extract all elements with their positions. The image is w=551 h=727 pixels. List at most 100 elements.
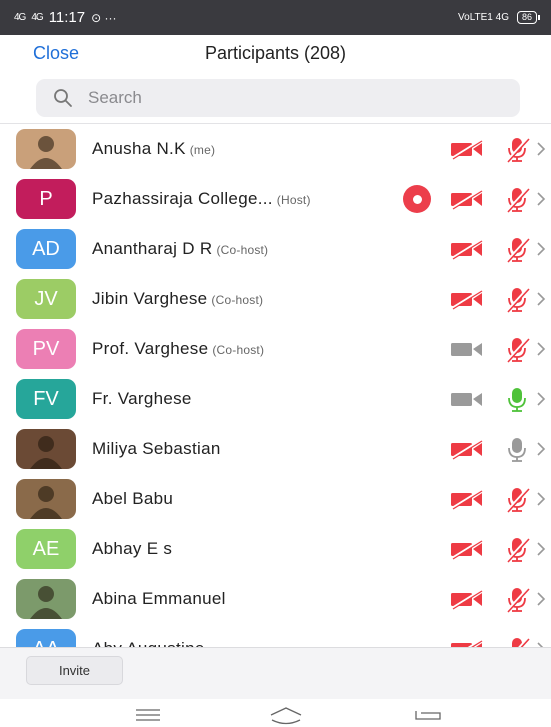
status-extra: ⊙ ··· xyxy=(91,10,117,25)
avatar: AA xyxy=(16,629,76,647)
participant-row[interactable]: JV Jibin Varghese (Co-host) xyxy=(0,274,551,324)
video-off-icon xyxy=(449,188,485,210)
battery-icon: 86 xyxy=(516,11,541,24)
mic-muted-icon xyxy=(503,185,531,213)
status-right: VoLTE1 4G 86 xyxy=(458,11,541,24)
avatar: JV xyxy=(16,279,76,319)
video-off-icon xyxy=(449,588,485,610)
home-icon[interactable] xyxy=(268,705,304,725)
participant-name: Miliya Sebastian xyxy=(92,439,221,459)
chevron-right-icon[interactable] xyxy=(536,491,546,507)
video-off-icon xyxy=(449,138,485,160)
chevron-right-icon[interactable] xyxy=(536,441,546,457)
page-title: Participants (208) xyxy=(204,43,347,63)
participant-name-text: Abhay E s xyxy=(92,539,173,558)
bottom-bar: Invite xyxy=(0,647,551,699)
mic-icon xyxy=(503,435,531,463)
mic-muted-icon xyxy=(503,235,531,263)
participant-row[interactable]: Miliya Sebastian xyxy=(0,424,551,474)
video-off-icon xyxy=(449,488,485,510)
participant-row[interactable]: Abina Emmanuel xyxy=(0,574,551,624)
network-indicator: VoLTE1 4G xyxy=(458,12,509,23)
mic-muted-icon xyxy=(503,535,531,563)
participant-name-text: Abel Babu xyxy=(92,489,174,508)
video-off-icon xyxy=(449,288,485,310)
video-off-icon xyxy=(449,638,485,647)
participant-name: Anusha N.K (me) xyxy=(92,139,215,159)
chevron-right-icon[interactable] xyxy=(536,341,546,357)
avatar xyxy=(16,579,76,619)
participant-name-text: Prof. Varghese xyxy=(92,339,209,358)
close-button[interactable]: Close xyxy=(33,43,79,64)
mic-muted-icon xyxy=(503,335,531,363)
status-left: 4G 4G 11:17 ⊙ ··· xyxy=(14,9,117,26)
chevron-right-icon[interactable] xyxy=(536,291,546,307)
search-input[interactable] xyxy=(88,88,468,108)
invite-button[interactable]: Invite xyxy=(26,656,123,685)
signal-icon: 4G xyxy=(14,11,26,23)
participant-name: Anantharaj D R (Co-host) xyxy=(92,239,268,259)
participant-name-text: Jibin Varghese xyxy=(92,289,208,308)
participant-name: Jibin Varghese (Co-host) xyxy=(92,289,263,309)
participant-role: (Co-host) xyxy=(216,243,269,257)
participant-row[interactable]: PV Prof. Varghese (Co-host) xyxy=(0,324,551,374)
avatar: AD xyxy=(16,229,76,269)
video-off-icon xyxy=(449,238,485,260)
mic-muted-icon xyxy=(503,585,531,613)
avatar xyxy=(16,129,76,169)
participant-name-text: Aby Augustine xyxy=(92,639,205,647)
chevron-right-icon[interactable] xyxy=(536,141,546,157)
mic-muted-icon xyxy=(503,135,531,163)
chevron-right-icon[interactable] xyxy=(536,541,546,557)
participant-row[interactable]: AE Abhay E s xyxy=(0,524,551,574)
participant-row[interactable]: P Pazhassiraja College... (Host) xyxy=(0,174,551,224)
video-off-icon xyxy=(449,538,485,560)
avatar: AE xyxy=(16,529,76,569)
header: Participants (208) Close xyxy=(0,35,551,73)
participant-role: (Co-host) xyxy=(212,343,265,357)
chevron-right-icon[interactable] xyxy=(536,191,546,207)
mic-muted-icon xyxy=(503,485,531,513)
avatar xyxy=(16,429,76,469)
participant-name: Aby Augustine xyxy=(92,639,205,647)
chevron-right-icon[interactable] xyxy=(536,391,546,407)
menu-icon[interactable] xyxy=(133,705,163,725)
participant-role: (Host) xyxy=(276,193,311,207)
participant-row[interactable]: Abel Babu xyxy=(0,474,551,524)
mic-muted-icon xyxy=(503,285,531,313)
participant-role: (Co-host) xyxy=(211,293,264,307)
signal-icon-2: 4G xyxy=(31,11,43,23)
video-off-icon xyxy=(449,438,485,460)
participant-name-text: Anantharaj D R xyxy=(92,239,213,258)
participant-row[interactable]: Anusha N.K (me) xyxy=(0,124,551,174)
participant-name-text: Abina Emmanuel xyxy=(92,589,226,608)
back-icon[interactable] xyxy=(413,705,443,725)
participant-name: Abhay E s xyxy=(92,539,172,559)
participant-row[interactable]: FV Fr. Varghese xyxy=(0,374,551,424)
participant-name: Fr. Varghese xyxy=(92,389,192,409)
participant-name: Prof. Varghese (Co-host) xyxy=(92,339,264,359)
participant-name: Abina Emmanuel xyxy=(92,589,226,609)
mic-icon xyxy=(503,385,531,413)
participant-name-text: Pazhassiraja College... xyxy=(92,189,273,208)
mic-muted-icon xyxy=(503,635,531,647)
participant-row[interactable]: AD Anantharaj D R (Co-host) xyxy=(0,224,551,274)
search-box[interactable] xyxy=(36,79,520,117)
status-bar: 4G 4G 11:17 ⊙ ··· VoLTE1 4G 86 xyxy=(0,0,551,35)
participant-role: (me) xyxy=(189,143,216,157)
avatar xyxy=(16,479,76,519)
chevron-right-icon[interactable] xyxy=(536,241,546,257)
participant-name-text: Anusha N.K xyxy=(92,139,186,158)
participant-row[interactable]: AA Aby Augustine xyxy=(0,624,551,647)
search-icon xyxy=(54,89,72,107)
video-icon xyxy=(449,338,485,360)
video-icon xyxy=(449,388,485,410)
avatar: PV xyxy=(16,329,76,369)
chevron-right-icon[interactable] xyxy=(536,591,546,607)
recording-icon xyxy=(403,185,431,213)
participant-list[interactable]: Anusha N.K (me) P Pazhassiraja College... (H… xyxy=(0,124,551,647)
participant-name-text: Fr. Varghese xyxy=(92,389,192,408)
participant-name-text: Miliya Sebastian xyxy=(92,439,221,458)
avatar: FV xyxy=(16,379,76,419)
avatar: P xyxy=(16,179,76,219)
